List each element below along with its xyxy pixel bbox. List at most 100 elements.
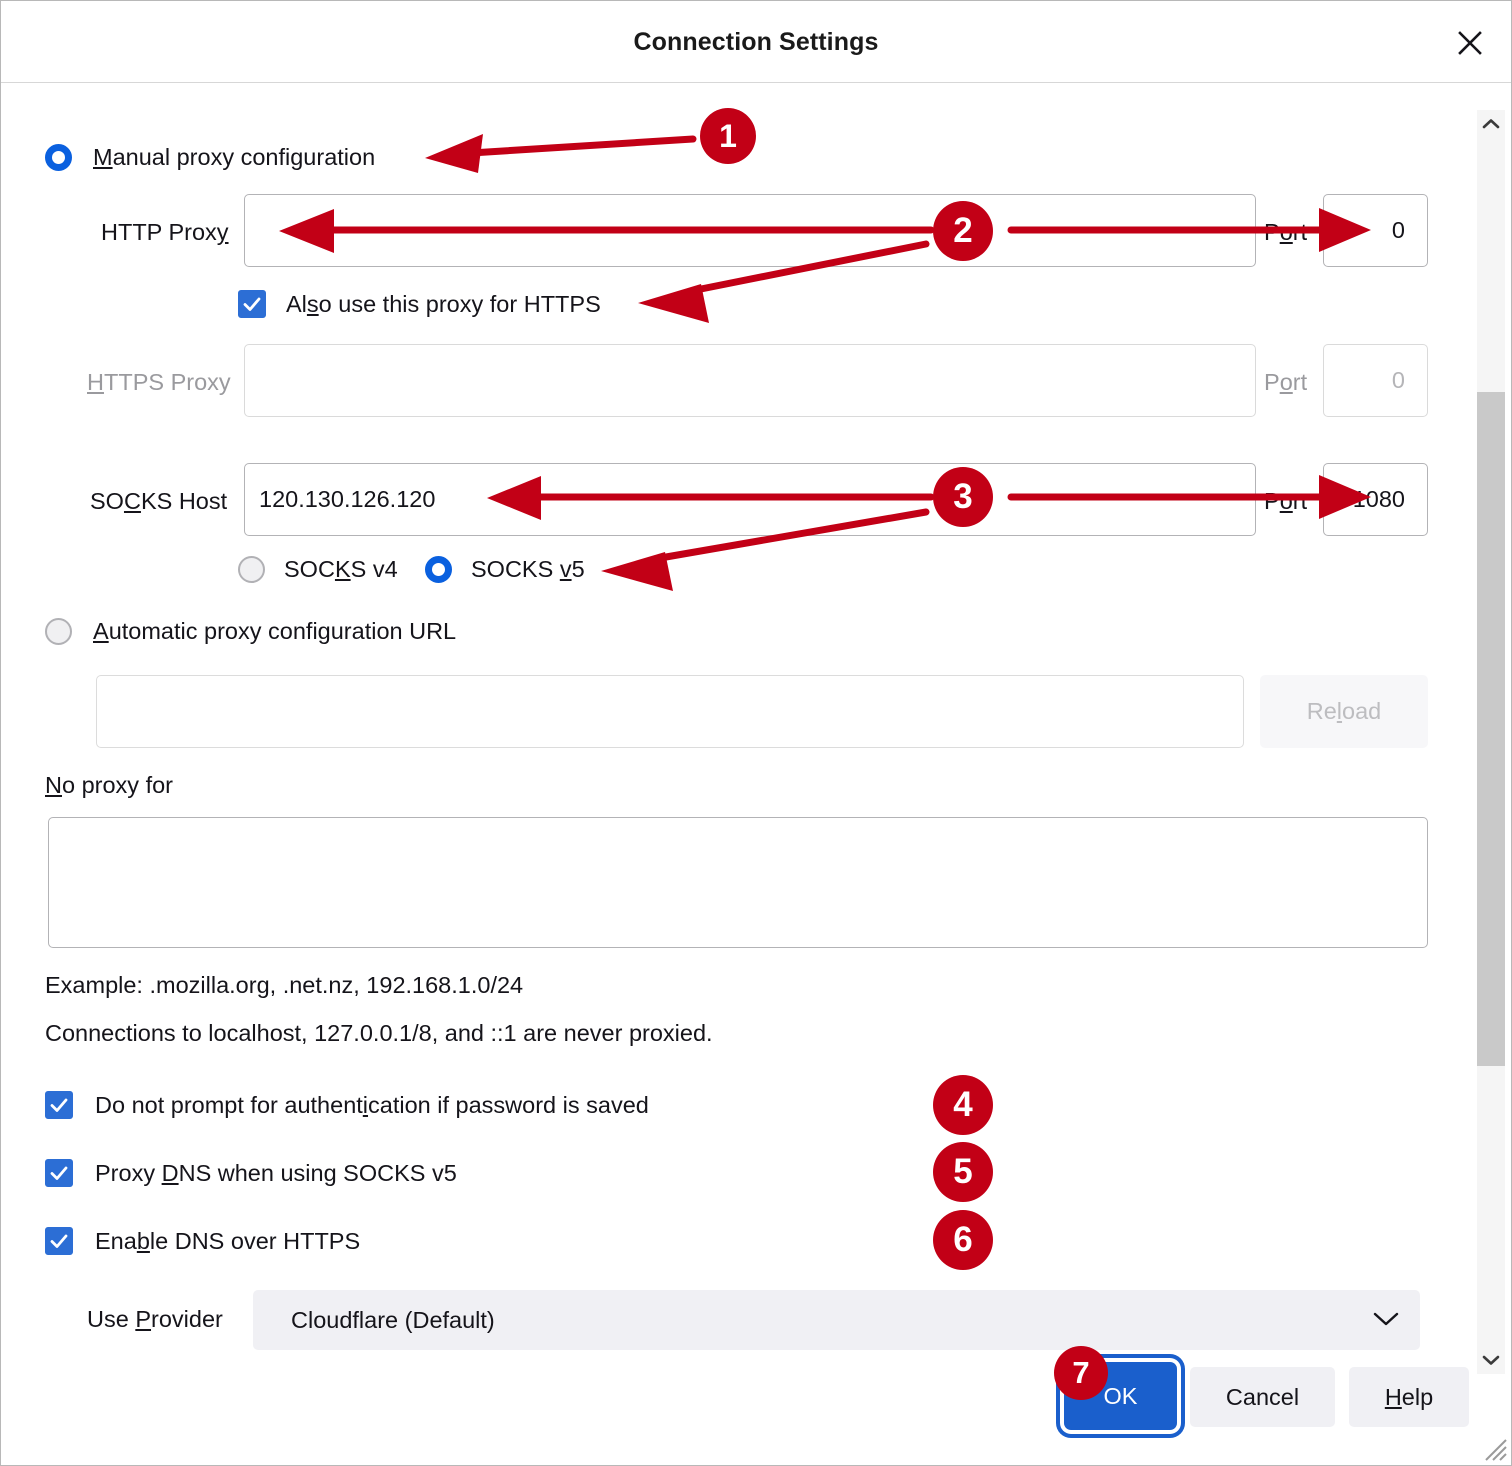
http-proxy-input[interactable]	[244, 194, 1256, 267]
dialog-content: Manual proxy configuration HTTP Proxy Po…	[1, 84, 1511, 1466]
annotation-badge-5: 5	[933, 1142, 993, 1202]
proxy-dns-checkbox[interactable]	[45, 1159, 73, 1187]
no-prompt-auth-row[interactable]: Do not prompt for authentication if pass…	[45, 1091, 649, 1119]
no-proxy-textarea[interactable]	[48, 817, 1428, 948]
socks-host-label-pre: SO	[90, 488, 124, 514]
https-port-label-rt: rt	[1293, 369, 1307, 395]
https-proxy-input	[244, 344, 1256, 417]
reload-pre: Re	[1307, 698, 1337, 725]
http-proxy-label: HTTP Proxy	[101, 219, 229, 246]
annotation-badge-2: 2	[933, 201, 993, 261]
socks-port-label-p: P	[1264, 488, 1280, 514]
use-provider-label-pre: Use	[87, 1306, 135, 1332]
content-scrollbar[interactable]	[1477, 110, 1505, 1374]
provider-selected-value: Cloudflare (Default)	[291, 1307, 495, 1334]
no-proxy-example: Example: .mozilla.org, .net.nz, 192.168.…	[45, 972, 523, 999]
enable-doh-label: Enable DNS over HTTPS	[95, 1228, 360, 1255]
chevron-up-icon[interactable]	[1477, 110, 1505, 138]
annotation-badge-3: 3	[933, 467, 993, 527]
reload-post: oad	[1342, 698, 1381, 725]
socks-v4-label: SOCKS v4	[284, 556, 398, 583]
also-https-label-b: o use this proxy for HTTPS	[319, 291, 601, 317]
use-provider-label-post: rovider	[151, 1306, 223, 1332]
socks-port-label: Port	[1264, 488, 1307, 515]
connection-settings-dialog: Connection Settings Manual proxy configu…	[0, 0, 1512, 1466]
dialog-title: Connection Settings	[1, 1, 1511, 83]
http-proxy-label-text: HTTP Prox	[101, 219, 217, 245]
scrollbar-thumb[interactable]	[1477, 392, 1505, 1066]
https-proxy-label-rest: TTPS Proxy	[104, 369, 231, 395]
chevron-down-icon[interactable]	[1477, 1346, 1505, 1374]
socks-v4-label-pre: SOC	[284, 556, 335, 582]
http-port-label-rt: rt	[1293, 219, 1307, 245]
no-proxy-accesskey: N	[45, 772, 62, 798]
manual-proxy-radio[interactable]	[45, 144, 72, 171]
cancel-button[interactable]: Cancel	[1190, 1367, 1335, 1427]
https-port-input: 0	[1323, 344, 1428, 417]
dialog-titlebar: Connection Settings	[1, 1, 1511, 83]
https-proxy-label: HTTPS Proxy	[87, 369, 231, 396]
also-https-checkbox-row[interactable]: Also use this proxy for HTTPS	[238, 290, 601, 318]
manual-proxy-label-rest: anual proxy configuration	[113, 144, 376, 170]
annotation-badge-1: 1	[700, 108, 756, 164]
auto-proxy-label: Automatic proxy configuration URL	[93, 618, 456, 645]
socks-host-label-post: KS Host	[141, 488, 227, 514]
auto-proxy-radio[interactable]	[45, 618, 72, 645]
socks-v4-radio[interactable]	[238, 556, 265, 583]
auto-proxy-radio-row[interactable]: Automatic proxy configuration URL	[45, 618, 456, 645]
socks-v5-radio[interactable]	[425, 556, 452, 583]
socks-v4-label-post: S v4	[351, 556, 398, 582]
socks-host-input[interactable]: 120.130.126.120	[244, 463, 1256, 536]
manual-proxy-accesskey: M	[93, 144, 113, 170]
also-https-accesskey: s	[307, 291, 319, 317]
help-rest: elp	[1402, 1384, 1433, 1411]
chevron-down-icon	[1372, 1307, 1400, 1334]
proxy-dns-row[interactable]: Proxy DNS when using SOCKS v5	[45, 1159, 457, 1187]
enable-doh-checkbox[interactable]	[45, 1227, 73, 1255]
socks-v5-label-post: 5	[572, 556, 585, 582]
https-port-label-p: P	[1264, 369, 1280, 395]
http-port-accesskey: o	[1280, 219, 1293, 245]
annotation-badge-6: 6	[933, 1210, 993, 1270]
https-port-label: Port	[1264, 369, 1307, 396]
use-provider-label: Use Provider	[87, 1306, 223, 1333]
help-accesskey: H	[1385, 1384, 1402, 1411]
no-prompt-auth-label-b: cation if password is saved	[368, 1092, 649, 1118]
http-port-input[interactable]: 0	[1323, 194, 1428, 267]
socks-host-accesskey: C	[124, 488, 141, 514]
annotation-badge-7: 7	[1054, 1346, 1108, 1400]
auto-proxy-url-input[interactable]	[96, 675, 1244, 748]
socks-v5-label: SOCKS v5	[471, 556, 585, 583]
also-https-label-a: Al	[286, 291, 307, 317]
https-port-accesskey: o	[1280, 369, 1293, 395]
socks-v5-radio-row[interactable]: SOCKS v5	[425, 556, 585, 583]
socks-v5-label-pre: SOCKS	[471, 556, 560, 582]
socks-port-label-rt: rt	[1293, 488, 1307, 514]
no-proxy-label: No proxy for	[45, 772, 173, 799]
proxy-dns-label: Proxy DNS when using SOCKS v5	[95, 1160, 457, 1187]
proxy-dns-accesskey: D	[162, 1160, 179, 1186]
resize-grip[interactable]	[1478, 1432, 1508, 1462]
provider-dropdown[interactable]: Cloudflare (Default)	[253, 1290, 1420, 1350]
no-proxy-label-rest: o proxy for	[62, 772, 173, 798]
also-https-checkbox[interactable]	[238, 290, 266, 318]
enable-doh-label-a: Ena	[95, 1228, 137, 1254]
manual-proxy-radio-row[interactable]: Manual proxy configuration	[45, 144, 375, 171]
enable-doh-label-b: le DNS over HTTPS	[150, 1228, 360, 1254]
manual-proxy-label: Manual proxy configuration	[93, 144, 375, 171]
enable-doh-accesskey: b	[137, 1228, 150, 1254]
http-proxy-accesskey: y	[217, 219, 229, 245]
http-port-label: Port	[1264, 219, 1307, 246]
help-button[interactable]: Help	[1349, 1367, 1469, 1427]
also-https-label: Also use this proxy for HTTPS	[286, 291, 601, 318]
socks-v4-radio-row[interactable]: SOCKS v4	[238, 556, 398, 583]
no-prompt-auth-checkbox[interactable]	[45, 1091, 73, 1119]
socks-port-input[interactable]: 1080	[1323, 463, 1428, 536]
socks-v5-accesskey: v	[560, 556, 572, 582]
close-icon[interactable]	[1447, 20, 1493, 66]
reload-button[interactable]: Reload	[1260, 675, 1428, 748]
socks-port-accesskey: o	[1280, 488, 1293, 514]
no-prompt-auth-label-a: Do not prompt for authent	[95, 1092, 363, 1118]
auto-proxy-accesskey: A	[93, 618, 109, 644]
enable-doh-row[interactable]: Enable DNS over HTTPS	[45, 1227, 360, 1255]
